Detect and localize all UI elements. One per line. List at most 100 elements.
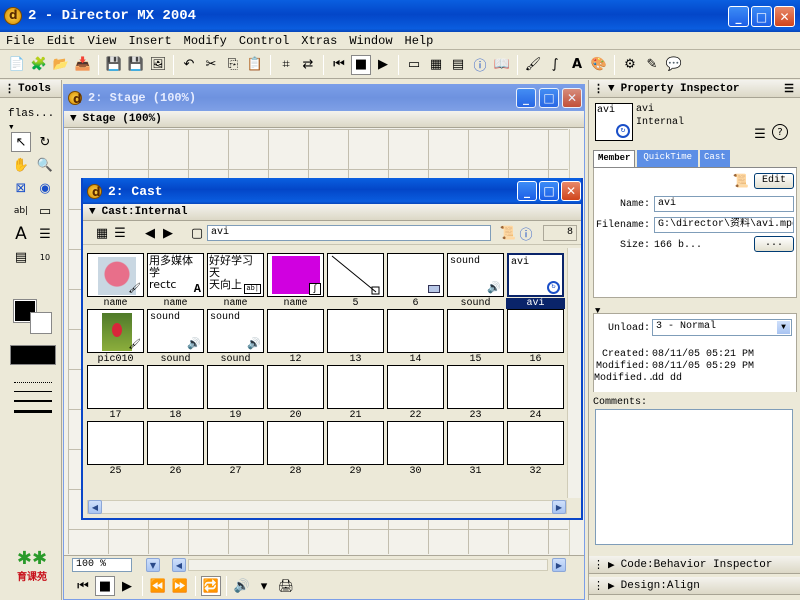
- inspector-menu-icon[interactable]: ⋮: [593, 82, 604, 96]
- cast-member-cell[interactable]: [507, 365, 564, 409]
- cast-member-cell[interactable]: [507, 421, 564, 465]
- paste-icon[interactable]: 📋: [245, 55, 265, 75]
- comments-textarea[interactable]: [595, 409, 793, 545]
- cast-horizontal-scrollbar[interactable]: ◀ ▶: [87, 500, 567, 514]
- menu-view[interactable]: View: [82, 34, 123, 48]
- info-icon[interactable]: ⓘ: [470, 55, 490, 75]
- cast-member-cell[interactable]: [147, 421, 204, 465]
- exchange-icon[interactable]: ⇄: [298, 55, 318, 75]
- stage-close-button[interactable]: ✕: [562, 88, 582, 108]
- library-icon[interactable]: 📖: [492, 55, 512, 75]
- cast-member-cell[interactable]: [327, 309, 384, 353]
- list-view-icon[interactable]: ☰: [110, 223, 130, 243]
- cast-member-cell[interactable]: [207, 365, 264, 409]
- arrow-tool-icon[interactable]: ↖: [11, 132, 31, 152]
- stage-scroll-left-icon[interactable]: ◀: [172, 558, 186, 572]
- text-tool-icon[interactable]: A: [11, 224, 31, 244]
- cast-member-cell[interactable]: [387, 309, 444, 353]
- cast-scroll-right-icon[interactable]: ▶: [552, 500, 566, 514]
- color-palette-icon[interactable]: 🎨: [589, 55, 609, 75]
- cast-member-cell[interactable]: [387, 365, 444, 409]
- cast-minimize-button[interactable]: _: [517, 181, 537, 201]
- line-width-selector[interactable]: [10, 378, 56, 420]
- cast-member-cell[interactable]: ∫: [267, 253, 324, 297]
- cast-member-cell[interactable]: [387, 421, 444, 465]
- cast-member-cell[interactable]: sound 🔊: [207, 309, 264, 353]
- cut-icon[interactable]: ✂: [201, 55, 221, 75]
- cast-member-cell[interactable]: sound 🔊: [447, 253, 504, 297]
- tools-menu-icon[interactable]: ⋮: [4, 82, 15, 96]
- tools-dropdown[interactable]: flas... ▾: [8, 108, 61, 134]
- save-all-icon[interactable]: 💾: [126, 55, 146, 75]
- inspector-options-icon[interactable]: ☰: [784, 82, 794, 96]
- stage-maximize-button[interactable]: □: [539, 88, 559, 108]
- stage-loop-icon[interactable]: 🔁: [201, 576, 221, 596]
- stage-scroll-right-icon[interactable]: ▶: [552, 558, 566, 572]
- cast-member-cell[interactable]: [447, 309, 504, 353]
- stage-window-icon[interactable]: ▭: [404, 55, 424, 75]
- cast-window-icon[interactable]: ▦: [426, 55, 446, 75]
- list-tool-icon[interactable]: ▤: [11, 247, 31, 267]
- inspector-help-icon[interactable]: ?: [772, 124, 788, 140]
- cast-member-cell[interactable]: [447, 421, 504, 465]
- cast-member-cell[interactable]: 用多媒体学 rectc A: [147, 253, 204, 297]
- stage-step-forward-icon[interactable]: ⏩: [170, 576, 190, 596]
- rewind-icon[interactable]: ⏮: [329, 55, 349, 75]
- open-folder-icon[interactable]: 📂: [51, 55, 71, 75]
- background-color-swatch[interactable]: [30, 312, 52, 334]
- menu-control[interactable]: Control: [233, 34, 295, 48]
- stage-stop-icon[interactable]: ■: [95, 576, 115, 596]
- stage-zoom-field[interactable]: 100 %: [72, 558, 132, 572]
- cast-member-cell[interactable]: [507, 309, 564, 353]
- cast-member-cell[interactable]: [207, 421, 264, 465]
- stage-zoom-dropdown-icon[interactable]: ▼: [146, 558, 160, 572]
- stage-minimize-button[interactable]: _: [516, 88, 536, 108]
- cast-member-cell[interactable]: [327, 253, 384, 297]
- play-icon[interactable]: ▶: [373, 55, 393, 75]
- stage-horizontal-scrollbar[interactable]: [188, 559, 548, 571]
- close-button[interactable]: ✕: [774, 6, 795, 27]
- text-icon[interactable]: A: [567, 55, 587, 75]
- cast-member-cell[interactable]: 🖌: [87, 253, 144, 297]
- new-cast-icon[interactable]: 🧩: [29, 55, 49, 75]
- previous-member-icon[interactable]: ◀: [140, 223, 160, 243]
- cast-scroll-left-icon[interactable]: ◀: [88, 500, 102, 514]
- xtras-icon[interactable]: ⚙: [620, 55, 640, 75]
- menu-xtras[interactable]: Xtras: [295, 34, 343, 48]
- code-panel-header[interactable]: ⋮ ▶ Code:Behavior Inspector: [589, 556, 800, 574]
- cast-member-cell[interactable]: [267, 309, 324, 353]
- text-field-tool-icon[interactable]: ☰: [35, 224, 55, 244]
- script-icon[interactable]: ✎: [642, 55, 662, 75]
- drag-member-icon[interactable]: ▢: [187, 223, 207, 243]
- cast-collapse-icon[interactable]: ▼: [89, 206, 96, 218]
- cast-member-cell[interactable]: [87, 421, 144, 465]
- maximize-button[interactable]: □: [751, 6, 772, 27]
- name-field[interactable]: avi: [654, 196, 794, 212]
- button-tool-icon[interactable]: ▭: [35, 201, 55, 221]
- cast-member-cell[interactable]: [447, 365, 504, 409]
- cast-member-cell[interactable]: [327, 421, 384, 465]
- tab-cast[interactable]: Cast: [700, 150, 730, 167]
- cast-member-cell[interactable]: [267, 365, 324, 409]
- cast-vertical-scrollbar[interactable]: [567, 248, 581, 498]
- flash-tool-icon[interactable]: ⊠: [11, 178, 31, 198]
- stage-collapse-icon[interactable]: ▼: [70, 113, 77, 125]
- browse-button[interactable]: ...: [754, 236, 794, 252]
- score-window-icon[interactable]: ▤: [448, 55, 468, 75]
- field-tool-icon[interactable]: ab|: [11, 201, 31, 221]
- vector-icon[interactable]: ∫: [545, 55, 565, 75]
- import-icon[interactable]: 📥: [73, 55, 93, 75]
- inspector-list-view-icon[interactable]: ☰: [750, 124, 770, 144]
- new-movie-icon[interactable]: 📄: [7, 55, 27, 75]
- radio-tool-icon[interactable]: ◉: [35, 178, 55, 198]
- pattern-swatch[interactable]: [10, 345, 56, 365]
- find-icon[interactable]: ⌗: [276, 55, 296, 75]
- save-icon[interactable]: 💾: [104, 55, 124, 75]
- edit-button[interactable]: Edit: [754, 173, 794, 189]
- minimize-button[interactable]: _: [728, 6, 749, 27]
- menu-window[interactable]: Window: [343, 34, 398, 48]
- cast-member-cell[interactable]: avi ↻: [507, 253, 564, 297]
- tab-member[interactable]: Member: [593, 150, 636, 167]
- copy-icon[interactable]: ⎘: [223, 55, 243, 75]
- script-edit-icon[interactable]: 📜: [731, 171, 751, 191]
